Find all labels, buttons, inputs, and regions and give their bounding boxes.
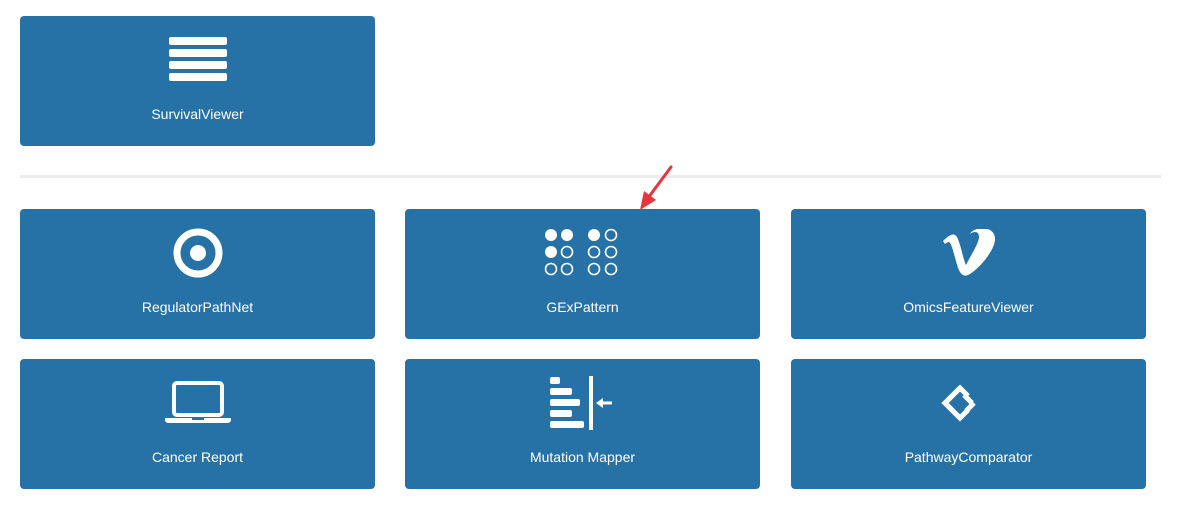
app-launcher-page: SurvivalViewer RegulatorPathNet GExPatte… [0,0,1181,529]
tile-label: SurvivalViewer [151,106,244,122]
bars-align-arrow-icon [405,375,760,431]
target-icon [20,225,375,281]
vimeo-icon [791,225,1146,281]
tile-pathwaycomparator[interactable]: PathwayComparator [791,359,1146,489]
tile-cancer-report[interactable]: Cancer Report [20,359,375,489]
tile-label: Cancer Report [151,449,244,465]
tile-survivalviewer[interactable]: SurvivalViewer [20,16,375,146]
linked-diamonds-icon [791,375,1146,431]
tile-label: GExPattern [546,299,619,315]
tile-mutation-mapper[interactable]: Mutation Mapper [405,359,760,489]
tile-label: PathwayComparator [904,449,1033,465]
tile-label: Mutation Mapper [529,449,636,465]
tile-omicsfeatureviewer[interactable]: OmicsFeatureViewer [791,209,1146,339]
laptop-icon [20,375,375,431]
list-lines-icon [20,32,375,88]
section-divider [20,175,1161,178]
tile-regulatorpathnet[interactable]: RegulatorPathNet [20,209,375,339]
tile-label: OmicsFeatureViewer [903,299,1034,315]
tile-gexpattern[interactable]: GExPattern [405,209,760,339]
dots-grid-icon [405,225,760,281]
tile-label: RegulatorPathNet [141,299,254,315]
